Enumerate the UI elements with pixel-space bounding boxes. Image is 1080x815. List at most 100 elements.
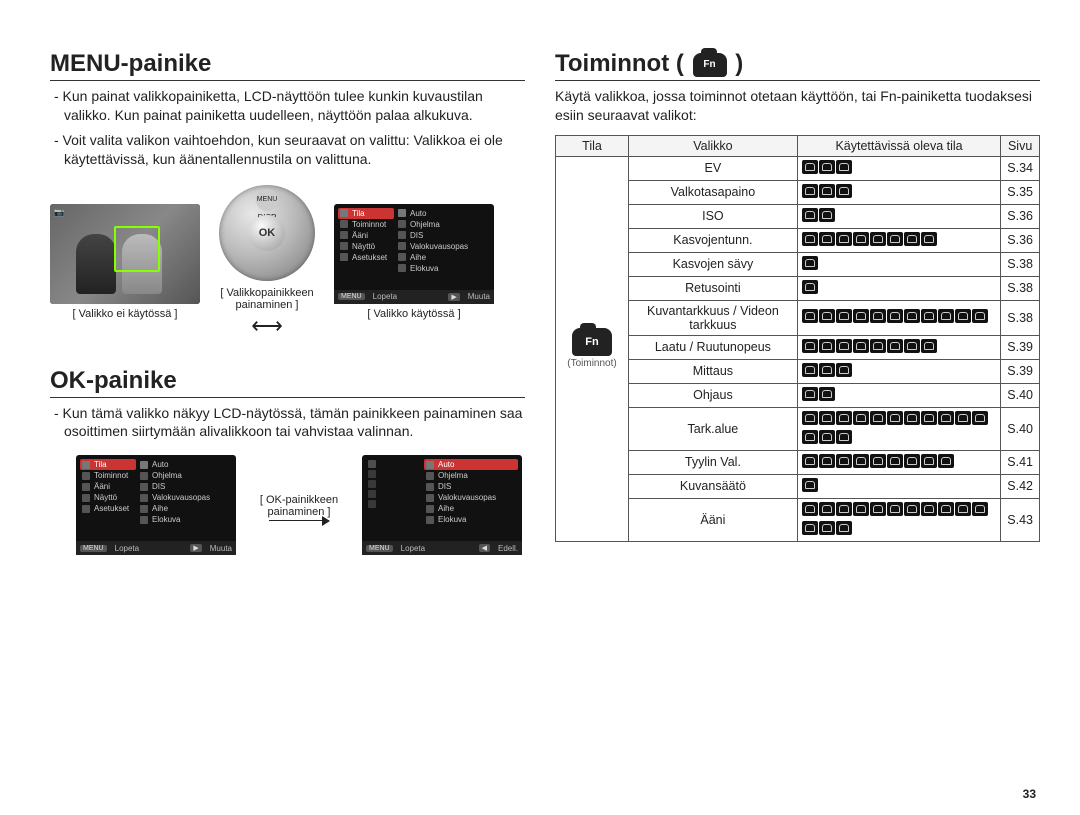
mode-icon [836, 309, 852, 323]
table-row: RetusointiS.38 [556, 276, 1040, 300]
menu-name-cell: Kasvojentunn. [629, 228, 798, 252]
heading-toiminnot-text: Toiminnot ( [555, 50, 684, 77]
mode-icon [802, 430, 818, 444]
mode-icon [887, 502, 903, 516]
menu-name-cell: Ohjaus [629, 383, 798, 407]
mode-scene-icon [398, 253, 406, 261]
th-valikko: Valikko [629, 135, 798, 156]
bar-lopeta: Lopeta [373, 292, 397, 301]
lcd-menu-after-ok: Auto Ohjelma DIS Valokuvausopas Aihe Elo… [362, 455, 522, 555]
heading-ok-painike: OK-painike [50, 367, 525, 398]
caption-menu-on: Valikko käytössä [334, 308, 494, 320]
para-menu-2: - Voit valita valikon vaihtoehdon, kun s… [50, 131, 525, 169]
heading-menu-painike: MENU-painike [50, 50, 525, 81]
menu-name-cell: Ääni [629, 498, 798, 541]
mode-icon [853, 232, 869, 246]
mode-icon [819, 363, 835, 377]
bar-edell: Edell. [498, 544, 518, 553]
menu-item-asetukset: Asetukset [352, 253, 387, 262]
menu-item-elokuva: Elokuva [410, 264, 438, 273]
page-number: 33 [1023, 787, 1036, 801]
mode-icon [853, 454, 869, 468]
menu-name-cell: Laatu / Ruutunopeus [629, 335, 798, 359]
mode-icon [938, 411, 954, 425]
mode-icon [887, 232, 903, 246]
table-row: ValkotasapainoS.35 [556, 180, 1040, 204]
table-row: Kasvojentunn.S.36 [556, 228, 1040, 252]
mode-icon [802, 478, 818, 492]
menu-button-icon[interactable]: MENU [256, 189, 278, 211]
menu-name-cell: Tyylin Val. [629, 450, 798, 474]
lcd-menu-list: Tila Toiminnot Ääni Näyttö Asetukset Aut… [334, 204, 494, 304]
bar-muuta: Muuta [210, 544, 232, 553]
menu-item-tila: Tila [352, 209, 365, 218]
mode-movie-icon [140, 516, 148, 524]
sound-icon [82, 483, 90, 491]
page-ref-cell: S.42 [1001, 474, 1040, 498]
menu-item-elokuva: Elokuva [438, 515, 466, 524]
mode-icon [938, 502, 954, 516]
mode-icon [819, 430, 835, 444]
mode-icon [870, 411, 886, 425]
menu-item-opas: Valokuvausopas [152, 493, 210, 502]
lcd-bottom-bar: MENU Lopeta ▶ Muuta [334, 290, 494, 304]
mode-icon [819, 309, 835, 323]
menu-item-auto: Auto [152, 460, 168, 469]
menu-item-naytto: Näyttö [94, 493, 117, 502]
th-sivu: Sivu [1001, 135, 1040, 156]
lcd-menu-before-ok: Tila Toiminnot Ääni Näyttö Asetukset Aut… [76, 455, 236, 555]
mode-icon [819, 232, 835, 246]
available-modes-cell [797, 180, 1000, 204]
display-icon [340, 242, 348, 250]
mode-icon [853, 502, 869, 516]
gear-icon [340, 220, 348, 228]
page-ref-cell: S.35 [1001, 180, 1040, 204]
mode-icon [887, 309, 903, 323]
menu-item-naytto: Näyttö [352, 242, 375, 251]
menu-name-cell: Retusointi [629, 276, 798, 300]
mode-icon [887, 411, 903, 425]
mode-icon [904, 411, 920, 425]
mode-icon [853, 339, 869, 353]
heading-toiminnot-close: ) [735, 50, 743, 77]
mode-program-icon [426, 472, 434, 480]
bidir-arrow-icon: ⟷ [251, 313, 283, 339]
menu-name-cell: Mittaus [629, 359, 798, 383]
th-kaytettavissa: Käytettävissä oleva tila [797, 135, 1000, 156]
para-fn-1: Käytä valikkoa, jossa toiminnot otetaan … [555, 87, 1040, 125]
menu-item-ohjelma: Ohjelma [438, 471, 468, 480]
mode-icon [802, 309, 818, 323]
menu-item-aihe: Aihe [152, 504, 168, 513]
mode-auto-icon [426, 461, 434, 469]
menu-item-opas: Valokuvausopas [410, 242, 468, 251]
column-left: MENU-painike - Kun painat valikkopainike… [50, 50, 525, 785]
ok-button[interactable]: OK [249, 215, 285, 251]
ok-pill-icon: ▶ [448, 293, 459, 301]
arrow-ok-press: OK-painikkeen painaminen [254, 490, 344, 522]
mode-label: (Toiminnot) [567, 358, 616, 369]
mode-dis-icon [398, 231, 406, 239]
mode-icon [802, 208, 818, 222]
menu-item-elokuva: Elokuva [152, 515, 180, 524]
mode-icon [802, 502, 818, 516]
menu-item-dis: DIS [438, 482, 451, 491]
caption-press-menu: Valikkopainikkeen painaminen [212, 287, 322, 311]
mode-icon [938, 309, 954, 323]
mode-icon [955, 309, 971, 323]
osd-camera-icon: 📷 [54, 208, 64, 217]
table-row: ÄäniS.43 [556, 498, 1040, 541]
menu-name-cell: Kuvantarkkuus / Videon tarkkuus [629, 300, 798, 335]
available-modes-cell [797, 335, 1000, 359]
bar-lopeta: Lopeta [401, 544, 425, 553]
gear-icon [82, 472, 90, 480]
mode-icon [802, 363, 818, 377]
available-modes-cell [797, 450, 1000, 474]
mode-scene-icon [426, 505, 434, 513]
menu-item-dis: DIS [152, 482, 165, 491]
mode-icon [819, 502, 835, 516]
menu-name-cell: Kuvansäätö [629, 474, 798, 498]
menu-name-cell: ISO [629, 204, 798, 228]
available-modes-cell [797, 300, 1000, 335]
table-row: Fn(Toiminnot)EVS.34 [556, 156, 1040, 180]
mode-guide-icon [140, 494, 148, 502]
